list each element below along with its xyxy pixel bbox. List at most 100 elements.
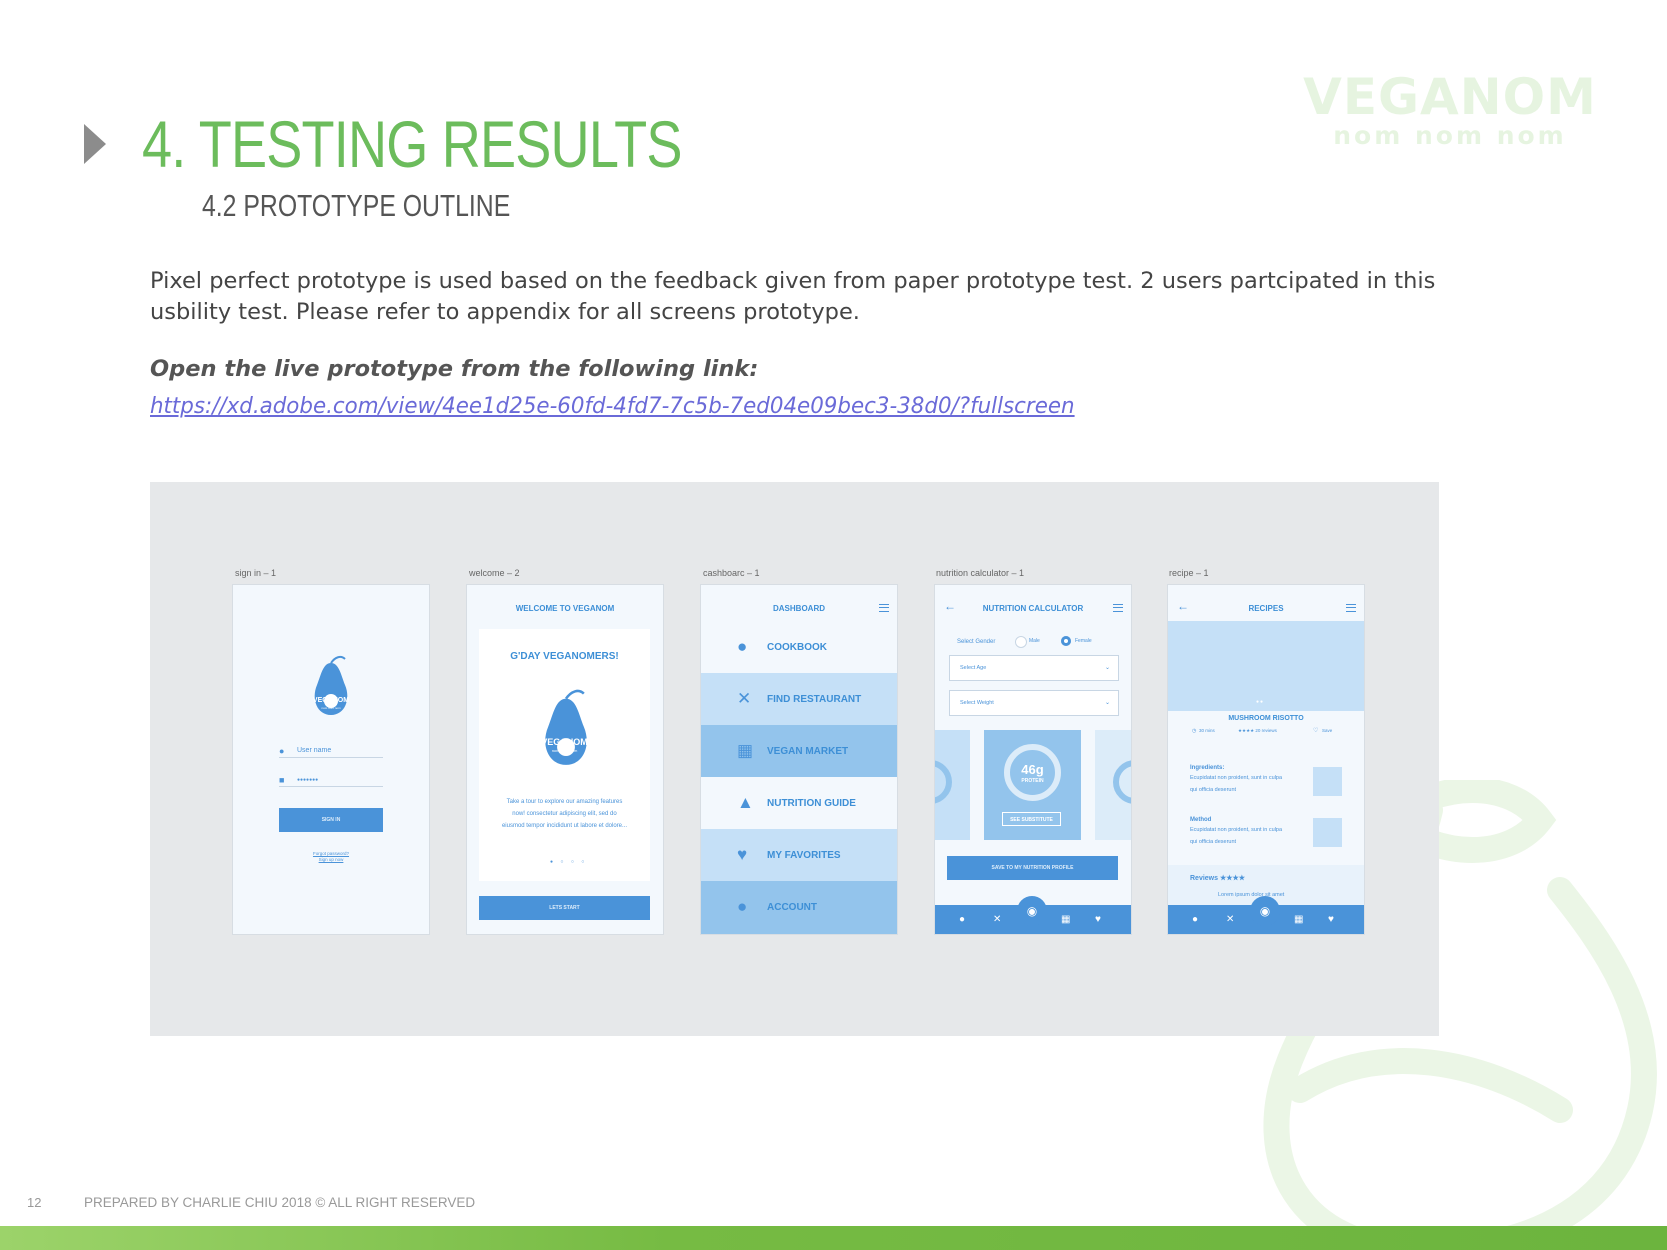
- brand-name: VEGANOM: [1303, 68, 1597, 126]
- signin-button[interactable]: SIGN IN: [279, 808, 383, 832]
- chef-hat-icon[interactable]: ●: [1192, 914, 1198, 925]
- recipe-time: 30 mins: [1199, 728, 1215, 733]
- protein-nutrient-card[interactable]: 46g PROTEIN SEE SUBSTITUTE: [984, 730, 1081, 840]
- dashboard-item-label: ACCOUNT: [767, 902, 817, 913]
- dashboard-item-label: NUTRITION GUIDE: [767, 798, 856, 809]
- dashboard-item-my-favorites[interactable]: ♥ MY FAVORITES: [701, 829, 897, 881]
- welcome-card: G'DAY VEGANOMERS! VEGANOM nom nom nom Ta…: [479, 629, 650, 881]
- prototype-link-intro: Open the live prototype from the followi…: [150, 356, 759, 382]
- menu-icon[interactable]: [879, 604, 889, 612]
- screen-signin: VEGANOM nom nom nom ● User name ■ ●●●●●●…: [232, 584, 430, 935]
- chef-hat-icon: ●: [737, 637, 748, 656]
- artboard-label-dashboard: cashboarc – 1: [703, 568, 760, 578]
- dashboard-item-label: MY FAVORITES: [767, 850, 841, 861]
- brand-tagline: nom nom nom: [1333, 121, 1567, 150]
- recipe-save[interactable]: Save: [1322, 725, 1332, 737]
- age-select[interactable]: Select Age ⌄: [949, 655, 1119, 681]
- pyramid-icon: ▲: [737, 793, 754, 812]
- artboard-label-welcome: welcome – 2: [469, 568, 520, 578]
- camera-icon[interactable]: ◉: [1017, 896, 1047, 926]
- method-text: Ecupidatat non proident, sunt in culpa q…: [1190, 827, 1283, 845]
- heart-icon[interactable]: ♥: [1328, 914, 1334, 925]
- protein-grams: 46g: [1021, 762, 1044, 777]
- dashboard-item-cookbook[interactable]: ● COOKBOOK: [701, 621, 897, 673]
- chef-hat-icon[interactable]: ●: [959, 914, 965, 925]
- screen-welcome: WELCOME TO VEGANOM G'DAY VEGANOMERS! VEG…: [466, 584, 664, 935]
- welcome-body: Take a tour to explore our amazing featu…: [501, 799, 628, 829]
- female-radio[interactable]: [1061, 636, 1071, 646]
- forgot-password-link[interactable]: Forgot password?: [233, 851, 429, 856]
- dashboard-item-label: COOKBOOK: [767, 642, 827, 653]
- recipe-name: MUSHROOM RISOTTO: [1228, 715, 1304, 722]
- basket-icon[interactable]: ▦: [1294, 914, 1303, 925]
- nutrient-ring: [935, 760, 952, 804]
- see-substitute-button[interactable]: SEE SUBSTITUTE: [1002, 812, 1061, 826]
- welcome-heading: G'DAY VEGANOMERS!: [510, 651, 619, 662]
- basket-icon: ▦: [737, 741, 754, 760]
- weight-select[interactable]: Select Weight ⌄: [949, 690, 1119, 716]
- utensils-icon: ✕: [737, 689, 752, 708]
- page-subtitle: 4.2 PROTOTYPE OUTLINE: [202, 188, 511, 223]
- utensils-icon[interactable]: ✕: [1226, 914, 1234, 925]
- user-icon: ●: [737, 897, 748, 916]
- username-input[interactable]: User name: [297, 747, 331, 754]
- age-select-value: Select Age: [960, 665, 987, 671]
- basket-icon[interactable]: ▦: [1061, 914, 1070, 925]
- nutrition-title: NUTRITION CALCULATOR: [982, 604, 1084, 613]
- recipe-reviews-count: ★★★★ 20 reviews: [1238, 728, 1277, 733]
- artboard-label-recipe: recipe – 1: [1169, 568, 1209, 578]
- nutrient-ring: [1113, 760, 1131, 804]
- prev-nutrient-card[interactable]: [935, 730, 970, 840]
- dashboard-item-vegan-market[interactable]: ▦ VEGAN MARKET: [701, 725, 897, 777]
- page-number: 12: [27, 1195, 42, 1210]
- weight-select-value: Select Weight: [960, 700, 994, 706]
- dashboard-title: DASHBOARD: [773, 604, 825, 613]
- password-input[interactable]: ●●●●●●●: [297, 777, 318, 783]
- camera-icon[interactable]: ◉: [1250, 896, 1280, 926]
- prototype-screens-panel: sign in – 1 VEGANOM nom nom nom ● User n…: [150, 482, 1439, 1036]
- signin-logo-tagline: nom nom nom: [321, 706, 341, 710]
- ingredients-text: Ecupidatat non proident, sunt in culpa q…: [1190, 775, 1283, 793]
- female-label: Female: [1075, 638, 1092, 644]
- artboard-label-signin: sign in – 1: [235, 568, 277, 578]
- clock-icon: ◷: [1192, 728, 1197, 734]
- save-nutrition-profile-button[interactable]: SAVE TO MY NUTRITION PROFILE: [947, 856, 1118, 880]
- carousel-dots[interactable]: ●●: [1256, 699, 1264, 705]
- next-nutrient-card[interactable]: [1095, 730, 1131, 840]
- carousel-dots[interactable]: ● ○ ○ ○: [550, 859, 587, 865]
- dashboard-item-account[interactable]: ● ACCOUNT: [701, 881, 897, 934]
- welcome-logo-name: VEGANOM: [541, 737, 588, 747]
- method-thumbnail[interactable]: [1313, 818, 1342, 847]
- footer-bar: [0, 1226, 1667, 1250]
- signup-link[interactable]: Sign up now: [233, 857, 429, 862]
- menu-icon[interactable]: [1113, 604, 1123, 612]
- recipe-image[interactable]: ●●: [1168, 621, 1364, 711]
- welcome-title: WELCOME TO VEGANOM: [515, 604, 615, 613]
- heart-icon[interactable]: ♥: [1095, 914, 1101, 925]
- ingredients-thumbnail[interactable]: [1313, 767, 1342, 796]
- heart-icon: ♥: [737, 845, 748, 864]
- user-icon: ●: [279, 746, 285, 756]
- dashboard-item-nutrition-guide[interactable]: ▲ NUTRITION GUIDE: [701, 777, 897, 829]
- username-underline: [279, 757, 383, 758]
- intro-paragraph: Pixel perfect prototype is used based on…: [150, 268, 1436, 325]
- male-radio[interactable]: [1015, 636, 1027, 648]
- menu-icon[interactable]: [1346, 604, 1356, 612]
- lets-start-button[interactable]: LETS START: [479, 896, 650, 920]
- welcome-logo-tagline: nom nom nom: [551, 748, 578, 753]
- protein-label: PROTEIN: [1021, 778, 1044, 784]
- artboard-label-nutrition: nutrition calculator – 1: [936, 568, 1025, 578]
- page-title: 4. TESTING RESULTS: [142, 107, 682, 181]
- utensils-icon[interactable]: ✕: [993, 914, 1001, 925]
- reviews-label: Reviews ★★★★: [1190, 875, 1246, 882]
- chevron-down-icon: ⌄: [1104, 665, 1110, 671]
- prototype-link[interactable]: https://xd.adobe.com/view/4ee1d25e-60fd-…: [150, 393, 1075, 419]
- dashboard-item-find-restaurant[interactable]: ✕ FIND RESTAURANT: [701, 673, 897, 725]
- heart-outline-icon[interactable]: ♡: [1313, 725, 1318, 737]
- section-arrow-icon: [84, 124, 106, 164]
- dashboard-item-label: FIND RESTAURANT: [767, 694, 862, 705]
- footer-copyright: PREPARED BY CHARLIE CHIU 2018 © ALL RIGH…: [84, 1195, 476, 1210]
- chevron-down-icon: ⌄: [1104, 700, 1110, 706]
- lock-icon: ■: [279, 775, 285, 785]
- password-underline: [279, 786, 383, 787]
